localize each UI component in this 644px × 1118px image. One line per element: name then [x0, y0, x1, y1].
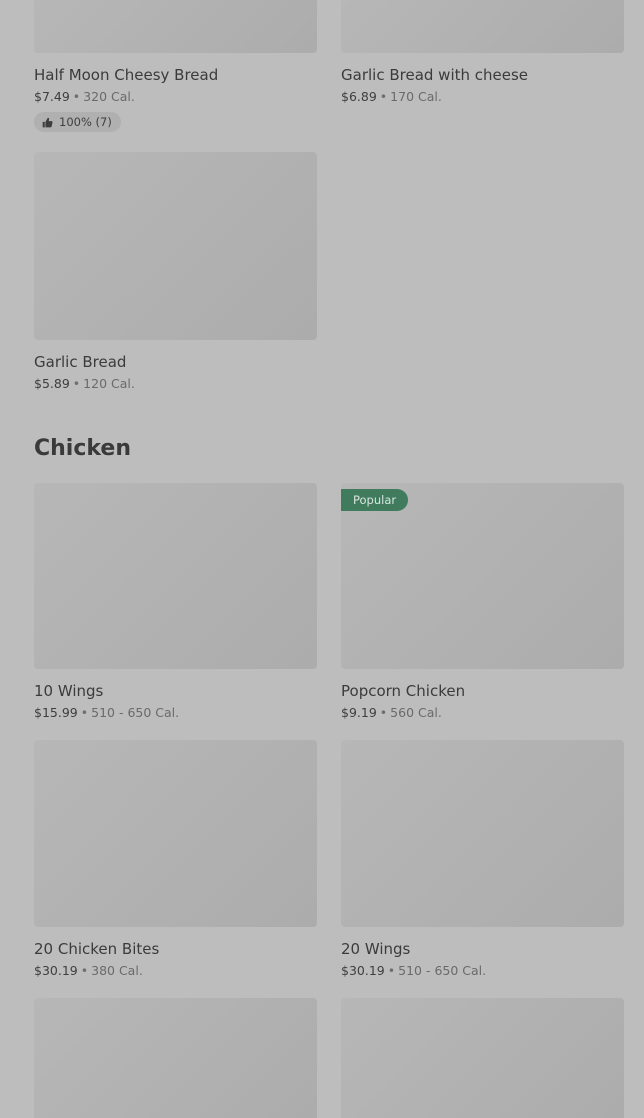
item-image[interactable] [34, 998, 317, 1118]
separator-dot: • [379, 89, 388, 104]
item-name: 20 Wings [341, 940, 411, 958]
item-calories: 510 - 650 Cal. [91, 705, 180, 720]
item-price: $30.19 [341, 963, 385, 978]
menu-item-10-wings[interactable]: 10 Wings $15.99 • 510 - 650 Cal. [34, 483, 317, 720]
item-price: $15.99 [34, 705, 78, 720]
item-name: Garlic Bread [34, 353, 127, 371]
item-meta: $7.49 • 320 Cal. [34, 89, 317, 104]
item-image[interactable] [34, 483, 317, 669]
item-calories: 170 Cal. [390, 89, 442, 104]
menu-item-card[interactable] [341, 998, 624, 1118]
item-image[interactable] [341, 0, 624, 53]
item-price: $6.89 [341, 89, 377, 104]
menu-item-card[interactable] [34, 998, 317, 1118]
item-name: Popcorn Chicken [341, 682, 466, 700]
item-meta: $6.89 • 170 Cal. [341, 89, 624, 104]
menu-item-20-chicken-bites[interactable]: 20 Chicken Bites $30.19 • 380 Cal. [34, 740, 317, 978]
separator-dot: • [80, 963, 89, 978]
rating-badge: 100% (7) [34, 112, 121, 132]
item-price: $7.49 [34, 89, 70, 104]
menu-item-20-wings[interactable]: 20 Wings $30.19 • 510 - 650 Cal. [341, 740, 624, 978]
item-meta: $30.19 • 380 Cal. [34, 963, 317, 978]
item-name: Garlic Bread with cheese [341, 66, 529, 84]
separator-dot: • [80, 705, 89, 720]
item-meta: $30.19 • 510 - 650 Cal. [341, 963, 624, 978]
item-calories: 320 Cal. [83, 89, 135, 104]
item-calories: 510 - 650 Cal. [398, 963, 487, 978]
separator-dot: • [387, 963, 396, 978]
rating-text: 100% (7) [59, 115, 112, 129]
item-meta: $9.19 • 560 Cal. [341, 705, 624, 720]
menu-item-garlic-bread-with-cheese[interactable]: Garlic Bread with cheese $6.89 • 170 Cal. [341, 0, 624, 104]
item-price: $30.19 [34, 963, 78, 978]
item-calories: 560 Cal. [390, 705, 442, 720]
item-meta: $5.89 • 120 Cal. [34, 376, 317, 391]
item-image[interactable] [341, 998, 624, 1118]
separator-dot: • [379, 705, 388, 720]
item-name: Half Moon Cheesy Bread [34, 66, 219, 84]
item-name: 10 Wings [34, 682, 104, 700]
thumbs-up-icon [42, 117, 53, 128]
item-meta: $15.99 • 510 - 650 Cal. [34, 705, 317, 720]
menu-item-popcorn-chicken[interactable]: Popular Popcorn Chicken $9.19 • 560 Cal. [341, 483, 624, 720]
menu-item-half-moon-cheesy-bread[interactable]: Half Moon Cheesy Bread $7.49 • 320 Cal. 10… [34, 0, 317, 132]
separator-dot: • [72, 376, 81, 391]
item-calories: 380 Cal. [91, 963, 143, 978]
item-image[interactable] [34, 152, 317, 340]
item-calories: 120 Cal. [83, 376, 135, 391]
section-title-chicken: Chicken [34, 436, 132, 461]
menu-item-garlic-bread[interactable]: Garlic Bread $5.89 • 120 Cal. [34, 152, 317, 391]
item-name: 20 Chicken Bites [34, 940, 160, 958]
item-image[interactable] [34, 0, 317, 53]
item-price: $5.89 [34, 376, 70, 391]
item-image[interactable] [34, 740, 317, 927]
item-image[interactable]: Popular [341, 483, 624, 669]
popular-badge: Popular [341, 489, 409, 511]
item-image[interactable] [341, 740, 624, 927]
separator-dot: • [72, 89, 81, 104]
item-price: $9.19 [341, 705, 377, 720]
